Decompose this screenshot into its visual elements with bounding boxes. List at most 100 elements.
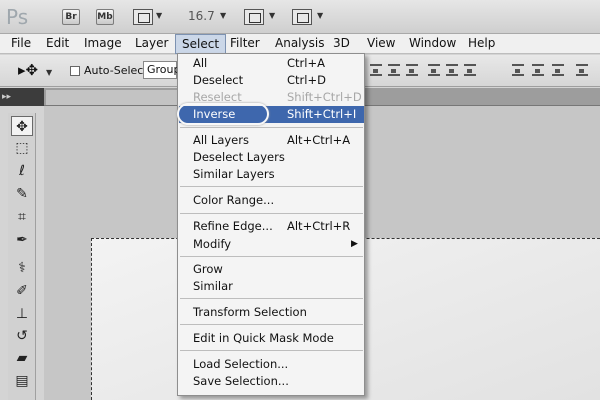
align-bottom-icon[interactable]: [406, 64, 418, 76]
menu-item-modify[interactable]: Modify ▶: [179, 236, 364, 253]
align-left-icon[interactable]: [428, 64, 440, 76]
menu-item-all-layers[interactable]: All Layers Alt+Ctrl+A: [179, 132, 364, 149]
menu-3d[interactable]: 3D: [327, 34, 356, 54]
auto-select-checkbox[interactable]: [70, 66, 80, 76]
menu-analysis[interactable]: Analysis: [269, 34, 330, 54]
submenu-arrow-icon: ▶: [351, 239, 358, 249]
crop-icon[interactable]: ⌗: [11, 207, 33, 227]
mini-bridge-button[interactable]: Mb: [96, 9, 114, 25]
menu-view[interactable]: View: [361, 34, 401, 54]
menu-item-label: Deselect: [193, 73, 244, 87]
move-tool-preset-icon[interactable]: ▸✥: [18, 61, 38, 79]
menu-item-label: All: [193, 56, 208, 70]
menu-separator: [180, 186, 363, 187]
menu-separator: [180, 256, 363, 257]
distribute-top-icon[interactable]: [512, 64, 524, 76]
menu-item-grow[interactable]: Grow: [179, 261, 364, 278]
menu-item-label: Color Range...: [193, 193, 275, 207]
chevron-down-icon[interactable]: ▼: [317, 11, 323, 20]
chevron-down-icon[interactable]: ▼: [156, 11, 162, 20]
tools-panel-header[interactable]: ▸▸: [0, 88, 44, 106]
healing-icon[interactable]: ⚕: [11, 258, 33, 278]
menu-separator: [180, 324, 363, 325]
application-bar: Ps Br Mb ▼ 16.7 ▼ ▼ ▼: [0, 0, 600, 34]
quick-select-icon[interactable]: ✎: [11, 184, 33, 204]
menu-item-all[interactable]: All Ctrl+A: [179, 55, 364, 72]
menu-item-label: All Layers: [193, 133, 249, 147]
shortcut-label: Shift+Ctrl+I: [287, 107, 357, 121]
menu-filter[interactable]: Filter: [224, 34, 266, 54]
shortcut-label: Alt+Ctrl+R: [287, 219, 351, 233]
menu-item-label: Deselect Layers: [193, 150, 285, 164]
history-brush-icon[interactable]: ↺: [11, 326, 33, 346]
align-right-icon[interactable]: [464, 64, 476, 76]
tools-panel: ✥ ⬚ ℓ ✎ ⌗ ✒ ⚕ ✐ ⊥ ↺ ▰ ▤: [8, 113, 36, 400]
eraser-icon[interactable]: ▰: [11, 348, 33, 368]
shortcut-label: Ctrl+D: [287, 73, 326, 87]
menu-item-label: Edit in Quick Mask Mode: [193, 331, 334, 345]
menu-window[interactable]: Window: [403, 34, 462, 54]
align-center-icon[interactable]: [446, 64, 458, 76]
photoshop-logo: Ps: [6, 5, 29, 29]
shortcut-label: Shift+Ctrl+D: [287, 90, 362, 104]
menu-item-label: Similar Layers: [193, 167, 275, 181]
gradient-icon[interactable]: ▤: [11, 371, 33, 391]
menu-item-reselect: Reselect Shift+Ctrl+D: [179, 89, 364, 106]
menu-item-label: Load Selection...: [193, 357, 289, 371]
align-top-icon[interactable]: [370, 64, 382, 76]
menu-item-quick-mask[interactable]: Edit in Quick Mask Mode: [179, 330, 364, 347]
chevron-down-icon[interactable]: ▼: [269, 11, 275, 20]
menu-separator: [180, 127, 363, 128]
distribute-middle-icon[interactable]: [532, 64, 544, 76]
menu-item-refine-edge[interactable]: Refine Edge... Alt+Ctrl+R: [179, 218, 364, 235]
menu-item-label: Transform Selection: [193, 305, 307, 319]
stamp-icon[interactable]: ⊥: [11, 304, 33, 324]
shortcut-label: Ctrl+A: [287, 56, 325, 70]
menu-item-deselect-layers[interactable]: Deselect Layers: [179, 149, 364, 166]
menu-item-label: Inverse: [193, 107, 236, 121]
menu-item-load-selection[interactable]: Load Selection...: [179, 356, 364, 373]
menu-separator: [180, 298, 363, 299]
menu-item-label: Modify: [193, 237, 232, 251]
menu-item-label: Refine Edge...: [193, 219, 273, 233]
screen-mode-icon[interactable]: [292, 9, 312, 25]
view-extras-icon[interactable]: [133, 9, 153, 25]
menu-file[interactable]: File: [5, 34, 37, 54]
menu-item-save-selection[interactable]: Save Selection...: [179, 373, 364, 390]
zoom-level[interactable]: 16.7: [188, 9, 215, 23]
menu-bar: File Edit Image Layer Select Filter Anal…: [0, 34, 600, 54]
menu-item-label: Grow: [193, 262, 223, 276]
move-icon[interactable]: ✥: [11, 116, 33, 136]
distribute-left-icon[interactable]: [576, 64, 588, 76]
menu-item-label: Reselect: [193, 90, 242, 104]
chevron-down-icon[interactable]: ▼: [46, 68, 52, 77]
chevron-down-icon[interactable]: ▼: [220, 11, 226, 20]
menu-help[interactable]: Help: [462, 34, 501, 54]
menu-item-similar[interactable]: Similar: [179, 278, 364, 295]
menu-layer[interactable]: Layer: [129, 34, 174, 54]
brush-icon[interactable]: ✐: [11, 281, 33, 301]
menu-item-label: Similar: [193, 279, 233, 293]
auto-select-label: Auto-Select:: [84, 64, 152, 77]
menu-separator: [180, 213, 363, 214]
menu-item-similar-layers[interactable]: Similar Layers: [179, 166, 364, 183]
menu-item-deselect[interactable]: Deselect Ctrl+D: [179, 72, 364, 89]
menu-separator: [180, 350, 363, 351]
arrange-documents-icon[interactable]: [244, 9, 264, 25]
menu-item-transform-selection[interactable]: Transform Selection: [179, 304, 364, 321]
align-middle-icon[interactable]: [388, 64, 400, 76]
marquee-icon[interactable]: ⬚: [11, 138, 33, 158]
auto-select-dropdown[interactable]: Group: [143, 61, 181, 79]
menu-item-inverse[interactable]: Inverse Shift+Ctrl+I: [179, 106, 364, 123]
menu-image[interactable]: Image: [78, 34, 128, 54]
menu-item-color-range[interactable]: Color Range...: [179, 192, 364, 209]
menu-item-label: Save Selection...: [193, 374, 289, 388]
select-menu-dropdown: All Ctrl+A Deselect Ctrl+D Reselect Shif…: [177, 53, 365, 396]
shortcut-label: Alt+Ctrl+A: [287, 133, 351, 147]
lasso-icon[interactable]: ℓ: [11, 161, 33, 181]
bridge-button[interactable]: Br: [62, 9, 80, 25]
menu-select[interactable]: Select: [175, 34, 227, 54]
eyedropper-icon[interactable]: ✒: [11, 230, 33, 250]
menu-edit[interactable]: Edit: [40, 34, 75, 54]
distribute-bottom-icon[interactable]: [552, 64, 564, 76]
